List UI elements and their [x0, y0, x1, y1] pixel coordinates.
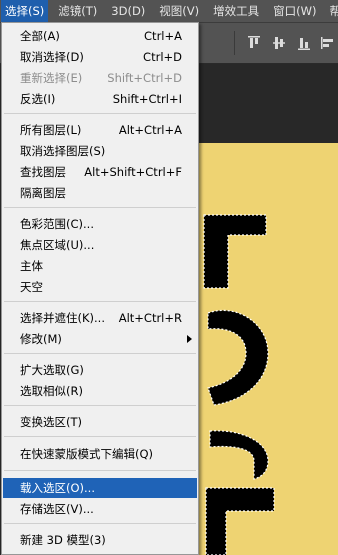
menu-item-label: 选择并遮住(K)... — [20, 311, 105, 325]
submenu-arrow-icon — [187, 335, 192, 343]
menu-item-label: 焦点区域(U)... — [20, 238, 95, 252]
options-separator — [234, 31, 235, 55]
menu-item-label: 扩大选取(G) — [20, 363, 84, 377]
menu-item-shortcut: Shift+Ctrl+I — [112, 92, 182, 106]
menu-item-label: 修改(M) — [20, 332, 62, 346]
menu-item-label: 取消选择图层(S) — [20, 144, 106, 158]
menu-3d[interactable]: 3D(D) — [107, 0, 149, 22]
select-menu-dropdown: 全部(A) Ctrl+A 取消选择(D) Ctrl+D 重新选择(E) Shif… — [1, 22, 199, 555]
menu-item-grow[interactable]: 扩大选取(G) — [3, 360, 197, 380]
align-vertical-centers-icon[interactable] — [271, 35, 287, 51]
menu-item-label: 色彩范围(C)... — [20, 217, 94, 231]
menu-separator — [4, 436, 196, 437]
menu-item-all-layers[interactable]: 所有图层(L) Alt+Ctrl+A — [3, 120, 197, 140]
align-left-edges-icon[interactable] — [320, 35, 336, 51]
menu-item-label: 变换选区(T) — [20, 415, 82, 429]
menu-item-shortcut: Alt+Ctrl+A — [118, 123, 182, 137]
menu-item-find-layers[interactable]: 查找图层 Alt+Shift+Ctrl+F — [3, 162, 197, 182]
menu-separator — [4, 353, 196, 354]
menu-separator — [4, 113, 196, 114]
menu-item-label: 存储选区(V)... — [20, 502, 94, 516]
menu-item-label: 载入选区(O)... — [20, 481, 95, 495]
selected-text-artwork — [203, 214, 275, 555]
menu-item-similar[interactable]: 选取相似(R) — [3, 381, 197, 401]
menu-item-label: 重新选择(E) — [20, 71, 83, 85]
align-bottom-edges-icon[interactable] — [296, 35, 312, 51]
menu-select[interactable]: 选择(S) — [1, 0, 49, 22]
menu-item-shortcut: Ctrl+D — [143, 50, 182, 64]
menu-item-shortcut: Alt+Shift+Ctrl+F — [84, 165, 182, 179]
menu-help[interactable]: 帮助 — [325, 0, 338, 22]
menu-bar: 选择(S) 滤镜(T) 3D(D) 视图(V) 增效工具 窗口(W) 帮助 — [0, 0, 338, 23]
menu-separator — [4, 207, 196, 208]
menu-item-shortcut: Alt+Ctrl+R — [118, 311, 182, 325]
menu-item-new-3d-model[interactable]: 新建 3D 模型(3) — [3, 530, 197, 550]
menu-item-label: 选取相似(R) — [20, 384, 83, 398]
menu-separator — [4, 301, 196, 302]
menu-item-label: 所有图层(L) — [20, 123, 82, 137]
menu-item-quick-mask[interactable]: 在快速蒙版模式下编辑(Q) — [3, 444, 197, 464]
menu-item-label: 隔离图层 — [20, 186, 66, 200]
menu-item-load-selection[interactable]: 载入选区(O)... — [3, 478, 197, 498]
menu-item-label: 取消选择(D) — [20, 50, 84, 64]
menu-view[interactable]: 视图(V) — [155, 0, 203, 22]
menu-item-select-all[interactable]: 全部(A) Ctrl+A — [3, 26, 197, 46]
menu-separator — [4, 523, 196, 524]
menu-filter[interactable]: 滤镜(T) — [54, 0, 101, 22]
menu-item-reselect: 重新选择(E) Shift+Ctrl+D — [3, 68, 197, 88]
menu-item-subject[interactable]: 主体 — [3, 256, 197, 276]
menu-item-shortcut: Shift+Ctrl+D — [107, 71, 182, 85]
menu-item-inverse[interactable]: 反选(I) Shift+Ctrl+I — [3, 89, 197, 109]
menu-item-deselect[interactable]: 取消选择(D) Ctrl+D — [3, 47, 197, 67]
menu-item-label: 反选(I) — [20, 92, 56, 106]
menu-item-color-range[interactable]: 色彩范围(C)... — [3, 214, 197, 234]
menu-item-deselect-layers[interactable]: 取消选择图层(S) — [3, 141, 197, 161]
menu-item-save-selection[interactable]: 存储选区(V)... — [3, 499, 197, 519]
menu-item-focus-area[interactable]: 焦点区域(U)... — [3, 235, 197, 255]
menu-item-sky[interactable]: 天空 — [3, 277, 197, 297]
menu-item-label: 全部(A) — [20, 29, 60, 43]
menu-item-label: 在快速蒙版模式下编辑(Q) — [20, 447, 154, 461]
menu-window[interactable]: 窗口(W) — [269, 0, 320, 22]
menu-item-select-and-mask[interactable]: 选择并遮住(K)... Alt+Ctrl+R — [3, 308, 197, 328]
menu-item-shortcut: Ctrl+A — [144, 29, 182, 43]
document-canvas[interactable] — [196, 143, 338, 555]
menu-item-label: 天空 — [20, 280, 43, 294]
menu-item-modify[interactable]: 修改(M) — [3, 329, 197, 349]
menu-item-transform-selection[interactable]: 变换选区(T) — [3, 412, 197, 432]
align-top-edges-icon[interactable] — [246, 35, 262, 51]
menu-item-label: 查找图层 — [20, 165, 66, 179]
menu-item-isolate-layers[interactable]: 隔离图层 — [3, 183, 197, 203]
menu-separator — [4, 405, 196, 406]
menu-item-label: 新建 3D 模型(3) — [20, 533, 106, 547]
menu-plugins[interactable]: 增效工具 — [209, 0, 263, 22]
menu-item-label: 主体 — [20, 259, 43, 273]
menu-separator — [4, 470, 196, 471]
